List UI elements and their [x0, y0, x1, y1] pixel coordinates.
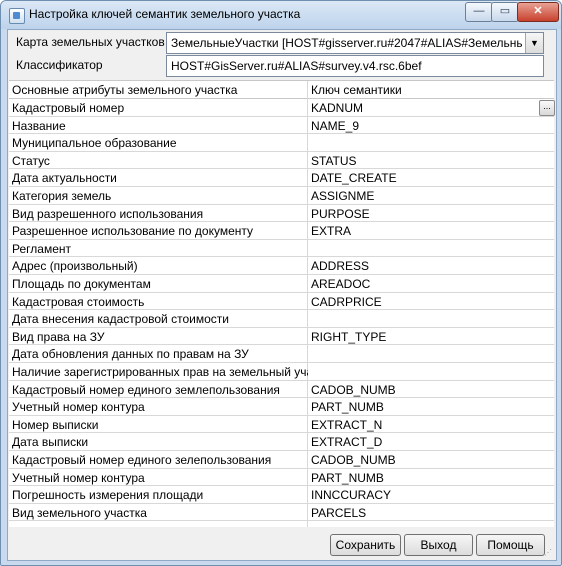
table-row[interactable]: Дата внесения кадастровой стоимости	[9, 310, 554, 328]
map-combobox[interactable]: ЗемельныеУчастки [HOST#gisserver.ru#2047…	[166, 32, 544, 54]
semantic-key-cell[interactable]: INNCCURACY	[311, 488, 391, 502]
attribute-cell: Дата внесения кадастровой стоимости	[12, 312, 229, 327]
classifier-field[interactable]: HOST#GisServer.ru#ALIAS#survey.v4.rsc.6b…	[166, 55, 544, 77]
attribute-cell: Вид земельного участка	[12, 505, 147, 520]
table-row[interactable]: Дата актуальности DATE_CREATE	[9, 169, 554, 187]
help-button[interactable]: Помощь	[476, 534, 545, 556]
table-row[interactable]: Наличие зарегистрированных прав на земел…	[9, 363, 554, 381]
table-row[interactable]: Кадастровый номер единого землепользован…	[9, 381, 554, 399]
window-title: Настройка ключей семантик земельного уча…	[29, 7, 301, 21]
header-attribute: Основные атрибуты земельного участка	[12, 83, 238, 97]
attribute-cell: Вид права на ЗУ	[12, 329, 105, 344]
table-row[interactable]: Статус STATUS	[9, 152, 554, 170]
attribute-cell: Учетный номер контура	[12, 470, 145, 485]
attribute-cell: Регламент	[12, 241, 71, 256]
close-button[interactable]: ✕	[517, 2, 559, 22]
semantic-key-cell[interactable]: CADOB_NUMB	[311, 383, 396, 397]
attribute-cell: Муниципальное образование	[12, 136, 177, 151]
attribute-cell: Адрес (произвольный)	[12, 259, 138, 274]
table-row[interactable]: Регламент	[9, 240, 554, 258]
attribute-cell: Дата обновления данных по правам на ЗУ	[12, 347, 249, 362]
semantic-key-cell[interactable]: PART_NUMB	[311, 471, 384, 485]
resize-grip-icon[interactable]: ⋰	[544, 548, 554, 558]
attribute-cell: Дата выписки	[12, 435, 89, 450]
semantic-key-cell[interactable]: STATUS	[311, 154, 357, 168]
table-row[interactable]: Учетный номер контура PART_NUMB	[9, 469, 554, 487]
table-row[interactable]: Кадастровая стоимость CADRPRICE	[9, 293, 554, 311]
attribute-cell: Наличие зарегистрированных прав на земел…	[12, 365, 308, 379]
semantic-key-cell[interactable]: ASSIGNME	[311, 189, 374, 203]
attribute-cell: Категория земель	[12, 189, 112, 203]
semantic-key-cell[interactable]: PART_NUMB	[311, 400, 384, 414]
semantic-key-cell[interactable]: EXTRA	[311, 224, 351, 238]
semantic-key-cell[interactable]: DATE_CREATE	[311, 171, 397, 185]
attribute-cell: Погрешность измерения площади	[12, 488, 204, 503]
maximize-button[interactable]: ▭	[491, 2, 519, 22]
ellipsis-button[interactable]: ...	[539, 100, 555, 116]
dialog-window: Настройка ключей семантик земельного уча…	[0, 0, 562, 566]
table-row[interactable]: Адрес (произвольный) ADDRESS	[9, 257, 554, 275]
table-row[interactable]: Кадастровый номер KADNUM...	[9, 99, 555, 117]
attribute-cell: Статус	[12, 153, 50, 168]
grid-header: Основные атрибуты земельного участка Клю…	[9, 81, 554, 99]
semantic-key-cell[interactable]: RIGHT_TYPE	[311, 330, 386, 344]
map-combobox-value: ЗемельныеУчастки [HOST#gisserver.ru#2047…	[171, 36, 523, 50]
semantic-key-cell[interactable]: PURPOSE	[311, 207, 370, 221]
table-row[interactable]: Номер выписки EXTRACT_N	[9, 416, 554, 434]
table-row[interactable]: Муниципальное образование	[9, 134, 554, 152]
semantics-grid: Основные атрибуты земельного участка Клю…	[9, 80, 555, 527]
semantic-key-cell[interactable]: CADOB_NUMB	[311, 453, 396, 467]
attribute-cell: Кадастровый номер единого зелепользовани…	[12, 453, 272, 467]
table-row[interactable]: Учетный номер контура PART_NUMB	[9, 398, 554, 416]
exit-button[interactable]: Выход	[404, 534, 473, 556]
attribute-cell: Кадастровый номер	[12, 101, 125, 115]
chevron-down-icon[interactable]: ▼	[525, 33, 543, 53]
semantic-key-cell[interactable]: CADRPRICE	[311, 295, 382, 309]
table-row[interactable]: Вид разрешенного использования PURPOSE	[9, 205, 554, 223]
attribute-cell: Площадь по документам	[12, 277, 151, 291]
attribute-cell: Учетный номер контура	[12, 400, 145, 415]
semantic-key-cell[interactable]: PARCELS	[311, 506, 366, 520]
table-row[interactable]: Погрешность измерения площади INNCCURACY	[9, 486, 554, 504]
dialog-body: Карта земельных участков ЗемельныеУчастк…	[7, 29, 557, 561]
semantic-key-cell[interactable]: AREADOC	[311, 277, 370, 291]
semantic-key-cell[interactable]: NAME_9	[311, 119, 359, 133]
table-row[interactable]: Вид права на ЗУ RIGHT_TYPE	[9, 328, 554, 346]
attribute-cell: Кадастровая стоимость	[12, 294, 145, 309]
minimize-button[interactable]: —	[465, 2, 493, 22]
semantic-key-cell[interactable]: EXTRACT_N	[311, 418, 382, 432]
attribute-cell: Номер выписки	[12, 417, 99, 432]
header-key: Ключ семантики	[311, 83, 402, 97]
attribute-cell: Название	[12, 118, 66, 133]
table-row[interactable]: Дата выписки EXTRACT_D	[9, 433, 554, 451]
attribute-cell: Разрешенное использование по документу	[12, 224, 254, 239]
table-row[interactable]: Дата обновления данных по правам на ЗУ	[9, 345, 554, 363]
attribute-cell: Дата актуальности	[12, 171, 117, 186]
app-icon	[9, 8, 25, 24]
semantic-key-cell[interactable]: EXTRACT_D	[311, 435, 382, 449]
save-button[interactable]: Сохранить	[330, 534, 401, 556]
classifier-field-value: HOST#GisServer.ru#ALIAS#survey.v4.rsc.6b…	[171, 59, 422, 73]
table-row[interactable]: Разрешенное использование по документу EX…	[9, 222, 554, 240]
table-row[interactable]: Кадастровый номер единого зелепользовани…	[9, 451, 554, 469]
semantic-key-cell[interactable]: ADDRESS	[311, 259, 369, 273]
semantic-key-cell[interactable]: KADNUM	[311, 101, 363, 115]
table-row[interactable]: Название NAME_9	[9, 117, 554, 135]
table-row[interactable]: Площадь по документам AREADOC	[9, 275, 554, 293]
table-row[interactable]: Категория земель ASSIGNME	[9, 187, 554, 205]
attribute-cell: Вид разрешенного использования	[12, 206, 204, 221]
table-row[interactable]: Вид земельного участка PARCELS	[9, 504, 554, 522]
map-label: Карта земельных участков	[16, 35, 165, 49]
classifier-label: Классификатор	[16, 58, 103, 72]
title-bar[interactable]: Настройка ключей семантик земельного уча…	[1, 1, 561, 29]
attribute-cell: Кадастровый номер единого землепользован…	[12, 382, 280, 397]
